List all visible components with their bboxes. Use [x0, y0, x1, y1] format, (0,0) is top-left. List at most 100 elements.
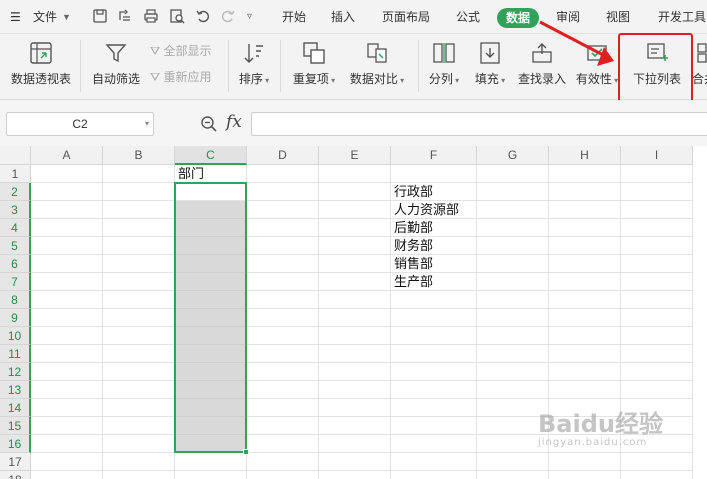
cell-d9[interactable]	[247, 309, 319, 327]
cell-e11[interactable]	[319, 345, 391, 363]
cell-f12[interactable]	[391, 363, 477, 381]
cell-b6[interactable]	[103, 255, 175, 273]
cell-a9[interactable]	[31, 309, 103, 327]
cell-g4[interactable]	[477, 219, 549, 237]
cell-f6[interactable]: 销售部	[391, 255, 477, 273]
cell-i13[interactable]	[621, 381, 693, 399]
cell-a18[interactable]	[31, 471, 103, 479]
cell-d5[interactable]	[247, 237, 319, 255]
cell-e1[interactable]	[319, 165, 391, 183]
cell-h12[interactable]	[549, 363, 621, 381]
cell-h18[interactable]	[549, 471, 621, 479]
cell-b2[interactable]	[103, 183, 175, 201]
cell-b3[interactable]	[103, 201, 175, 219]
cell-f4[interactable]: 后勤部	[391, 219, 477, 237]
cell-b9[interactable]	[103, 309, 175, 327]
row-header-14[interactable]: 14	[0, 399, 31, 417]
tab-developer[interactable]: 开发工具	[658, 0, 706, 34]
file-dropdown-icon[interactable]: ▼	[62, 0, 71, 34]
cell-h13[interactable]	[549, 381, 621, 399]
row-header-8[interactable]: 8	[0, 291, 31, 309]
cell-c3[interactable]	[175, 201, 247, 219]
cell-a15[interactable]	[31, 417, 103, 435]
row-header-15[interactable]: 15	[0, 417, 31, 435]
cell-d11[interactable]	[247, 345, 319, 363]
cell-e9[interactable]	[319, 309, 391, 327]
cell-e16[interactable]	[319, 435, 391, 453]
cell-f9[interactable]	[391, 309, 477, 327]
cell-b8[interactable]	[103, 291, 175, 309]
cell-f10[interactable]	[391, 327, 477, 345]
cell-h10[interactable]	[549, 327, 621, 345]
row-header-18[interactable]: 18	[0, 471, 31, 479]
cell-e6[interactable]	[319, 255, 391, 273]
cell-c7[interactable]	[175, 273, 247, 291]
cell-h5[interactable]	[549, 237, 621, 255]
cell-d14[interactable]	[247, 399, 319, 417]
row-header-2[interactable]: 2	[0, 183, 31, 201]
cell-e17[interactable]	[319, 453, 391, 471]
sort-button[interactable]: 排序 ▾	[234, 34, 274, 100]
cell-b4[interactable]	[103, 219, 175, 237]
cell-d16[interactable]	[247, 435, 319, 453]
cell-d2[interactable]	[247, 183, 319, 201]
column-header-g[interactable]: G	[477, 146, 549, 165]
row-header-5[interactable]: 5	[0, 237, 31, 255]
cell-a6[interactable]	[31, 255, 103, 273]
cell-c11[interactable]	[175, 345, 247, 363]
row-header-16[interactable]: 16	[0, 435, 31, 453]
show-all-button[interactable]: ⛛ 全部显示	[150, 42, 211, 59]
file-menu[interactable]: 文件	[33, 0, 57, 34]
cell-f14[interactable]	[391, 399, 477, 417]
cell-g6[interactable]	[477, 255, 549, 273]
column-header-b[interactable]: B	[103, 146, 175, 165]
cell-f18[interactable]	[391, 471, 477, 479]
cell-g1[interactable]	[477, 165, 549, 183]
cell-i17[interactable]	[621, 453, 693, 471]
cell-f17[interactable]	[391, 453, 477, 471]
print-icon[interactable]	[143, 8, 159, 24]
tab-review[interactable]: 审阅	[556, 0, 580, 34]
lookup-entry-button[interactable]: 查找录入	[514, 34, 570, 100]
cell-f15[interactable]	[391, 417, 477, 435]
cell-c17[interactable]	[175, 453, 247, 471]
cell-a10[interactable]	[31, 327, 103, 345]
cell-e13[interactable]	[319, 381, 391, 399]
cell-d18[interactable]	[247, 471, 319, 479]
tab-data[interactable]: 数据	[497, 8, 539, 28]
cell-b7[interactable]	[103, 273, 175, 291]
name-box[interactable]: C2 ▾	[6, 112, 154, 136]
name-box-dropdown-icon[interactable]: ▾	[145, 113, 149, 135]
cell-h8[interactable]	[549, 291, 621, 309]
cell-a1[interactable]	[31, 165, 103, 183]
cell-f11[interactable]	[391, 345, 477, 363]
cell-a11[interactable]	[31, 345, 103, 363]
formula-input[interactable]	[251, 112, 707, 136]
tab-view[interactable]: 视图	[606, 0, 630, 34]
row-header-17[interactable]: 17	[0, 453, 31, 471]
cell-i12[interactable]	[621, 363, 693, 381]
cell-i11[interactable]	[621, 345, 693, 363]
cell-h3[interactable]	[549, 201, 621, 219]
cell-h7[interactable]	[549, 273, 621, 291]
cell-d12[interactable]	[247, 363, 319, 381]
cell-b10[interactable]	[103, 327, 175, 345]
row-header-4[interactable]: 4	[0, 219, 31, 237]
column-header-a[interactable]: A	[31, 146, 103, 165]
validity-button[interactable]: 有效性 ▾	[574, 34, 620, 100]
cell-b17[interactable]	[103, 453, 175, 471]
cell-a13[interactable]	[31, 381, 103, 399]
cell-a4[interactable]	[31, 219, 103, 237]
cell-h4[interactable]	[549, 219, 621, 237]
cell-g10[interactable]	[477, 327, 549, 345]
cell-b12[interactable]	[103, 363, 175, 381]
cell-a12[interactable]	[31, 363, 103, 381]
duplicates-button[interactable]: 重复项 ▾	[288, 34, 340, 100]
cell-f16[interactable]	[391, 435, 477, 453]
cell-c16[interactable]	[175, 435, 247, 453]
cell-i8[interactable]	[621, 291, 693, 309]
print-preview-icon[interactable]	[169, 8, 185, 24]
cell-d17[interactable]	[247, 453, 319, 471]
cell-i4[interactable]	[621, 219, 693, 237]
cell-c13[interactable]	[175, 381, 247, 399]
